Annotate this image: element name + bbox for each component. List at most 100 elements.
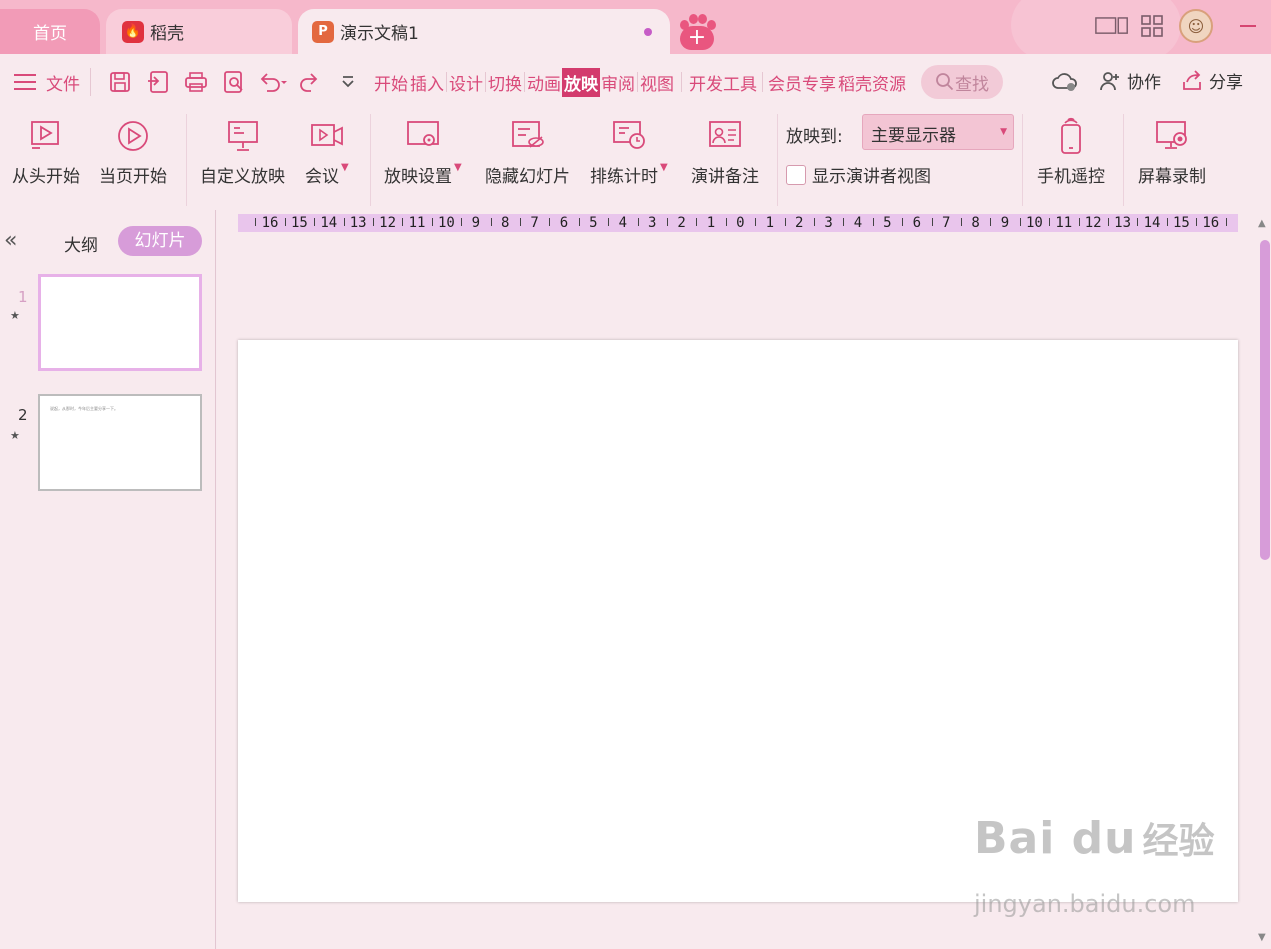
- phone-remote-button[interactable]: 手机遥控: [1037, 117, 1105, 187]
- ruler-label: 1: [765, 215, 775, 231]
- tab-daoke-label: 稻壳: [150, 24, 184, 44]
- ruler-tick: [1196, 218, 1198, 226]
- tab-home[interactable]: 首页: [0, 9, 100, 54]
- vertical-scrollbar[interactable]: ▲ ▼: [1257, 210, 1271, 949]
- save-icon[interactable]: [105, 67, 135, 97]
- print-icon[interactable]: [181, 67, 211, 97]
- collaborate-button[interactable]: 协作: [1099, 68, 1161, 93]
- print-preview-icon[interactable]: [219, 67, 249, 97]
- ruler-label: 13: [1114, 215, 1132, 231]
- tab-start[interactable]: 开始: [373, 68, 409, 97]
- ruler-label: 7: [530, 215, 539, 231]
- tab-daoke[interactable]: 🔥 稻壳: [106, 9, 292, 54]
- ruler-tick: [902, 218, 904, 226]
- share-button[interactable]: 分享: [1181, 68, 1243, 93]
- show-settings-button[interactable]: 放映设置 ▼: [384, 118, 462, 187]
- daoke-logo-icon: 🔥: [122, 20, 144, 43]
- slide-thumbnail-2[interactable]: 说起，从那时，今年后主要分享一下。: [38, 394, 202, 491]
- tab-animation[interactable]: 动画: [526, 68, 562, 97]
- tab-slides[interactable]: 幻灯片: [118, 226, 202, 256]
- tab-daoke-resources[interactable]: 稻壳资源: [837, 68, 907, 97]
- share-label: 分享: [1209, 73, 1243, 93]
- scroll-up-icon[interactable]: ▲: [1258, 218, 1266, 229]
- ruler-label: 2: [794, 215, 804, 231]
- hamburger-icon: [14, 74, 36, 90]
- screen-record-button[interactable]: 屏幕录制: [1138, 118, 1206, 187]
- ruler-tick: [343, 218, 345, 226]
- cloud-icon: [1052, 72, 1077, 91]
- scrollbar-thumb[interactable]: [1260, 240, 1270, 560]
- custom-show-label: 自定义放映: [200, 167, 285, 187]
- slide-thumbnail-1[interactable]: [38, 274, 202, 371]
- redo-icon[interactable]: [295, 67, 325, 97]
- ruler-label: 14: [320, 215, 338, 231]
- speaker-notes-button[interactable]: 演讲备注: [691, 118, 759, 187]
- presenter-view-checkbox[interactable]: [786, 164, 806, 185]
- ruler-tick: [990, 218, 992, 226]
- user-avatar[interactable]: ☺: [1179, 9, 1213, 43]
- ruler-tick: [519, 218, 521, 226]
- ruler-label: 2: [677, 215, 686, 231]
- custom-show-button[interactable]: 自定义放映: [200, 118, 285, 187]
- cast-display-select[interactable]: 主要显示器 ▼: [862, 114, 1014, 150]
- scroll-down-icon[interactable]: ▼: [1258, 932, 1266, 943]
- search-icon: [936, 73, 954, 91]
- ruler-label: 5: [589, 215, 598, 231]
- animation-star-icon: ★: [10, 429, 20, 442]
- baidu-jingyan-watermark: Bai du 经验 jingyan.baidu.com: [974, 812, 1214, 918]
- tab-outline[interactable]: 大纲: [64, 231, 98, 256]
- ruler-label: 10: [437, 215, 455, 231]
- ruler-label: 9: [1000, 215, 1010, 231]
- hide-slide-button[interactable]: 隐藏幻灯片: [485, 118, 570, 187]
- undo-icon[interactable]: [257, 67, 287, 97]
- ruler-tick: [284, 218, 286, 226]
- export-icon[interactable]: [143, 67, 173, 97]
- file-menu-button[interactable]: 文件: [14, 70, 80, 95]
- tab-review[interactable]: 审阅: [600, 68, 636, 97]
- ruler-tick: [1049, 218, 1051, 226]
- meeting-button[interactable]: 会议 ▼: [305, 118, 349, 187]
- tab-transition[interactable]: 切换: [487, 68, 523, 97]
- play-from-start-button[interactable]: 从头开始: [12, 118, 80, 187]
- ruler-tick: [255, 218, 257, 226]
- layout-switch-icon[interactable]: [1095, 9, 1129, 43]
- ruler-label: 6: [559, 215, 569, 231]
- ruler-tick: [755, 218, 757, 226]
- show-settings-label: 放映设置 ▼: [384, 162, 462, 187]
- tab-document[interactable]: P 演示文稿1: [298, 9, 670, 54]
- ruler-tick: [637, 218, 639, 226]
- new-tab-button[interactable]: +: [676, 14, 718, 50]
- tab-view[interactable]: 视图: [639, 68, 675, 97]
- ruler-tick: [578, 218, 580, 226]
- phone-remote-icon: [1053, 117, 1089, 154]
- tab-design[interactable]: 设计: [448, 68, 484, 97]
- presenter-view-option[interactable]: 显示演讲者视图: [786, 162, 931, 187]
- ruler-tick: [461, 218, 463, 226]
- ruler-tick: [1019, 218, 1021, 226]
- speaker-notes-label: 演讲备注: [691, 167, 759, 187]
- play-current-button[interactable]: 当页开始: [99, 118, 167, 187]
- apps-grid-icon[interactable]: [1135, 9, 1169, 43]
- cloud-sync-button[interactable]: [1051, 70, 1079, 92]
- divider: [370, 114, 371, 206]
- minimize-button[interactable]: [1233, 9, 1263, 43]
- rehearse-timing-button[interactable]: 排练计时 ▼: [590, 118, 668, 187]
- customize-toolbar-icon[interactable]: [333, 67, 363, 97]
- tab-slideshow[interactable]: 放映: [562, 67, 600, 97]
- tab-insert[interactable]: 插入: [409, 68, 445, 97]
- file-menu-label: 文件: [46, 74, 80, 95]
- screen-record-label: 屏幕录制: [1138, 167, 1206, 187]
- collapse-pane-icon[interactable]: «: [4, 228, 17, 253]
- tab-document-label: 演示文稿1: [340, 24, 419, 44]
- dropdown-arrow-icon: ▼: [1000, 127, 1007, 137]
- tab-member[interactable]: 会员专享: [767, 68, 837, 97]
- cast-to-label: 放映到:: [786, 127, 843, 147]
- divider: [777, 114, 778, 206]
- rehearse-timing-label: 排练计时 ▼: [590, 162, 668, 187]
- slide-number: 1: [18, 288, 28, 306]
- search-button[interactable]: 查找: [921, 65, 1003, 99]
- tab-developer[interactable]: 开发工具: [688, 68, 758, 97]
- ruler-tick: [1137, 218, 1139, 226]
- ruler-label: 6: [912, 215, 922, 231]
- ruler-tick: [666, 218, 668, 226]
